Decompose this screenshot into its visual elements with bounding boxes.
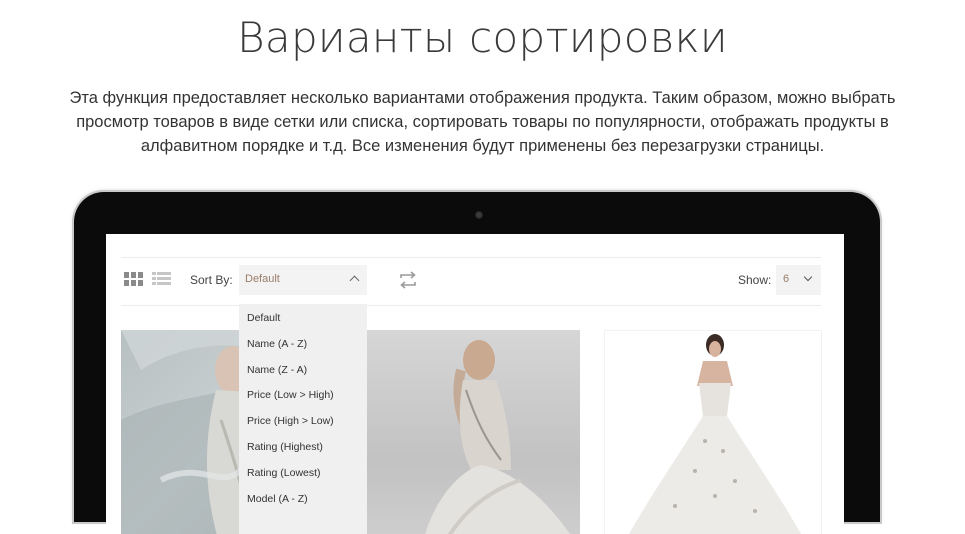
chevron-up-icon (349, 275, 360, 286)
sort-option[interactable]: Price (Low > High) (239, 382, 367, 408)
sort-option[interactable]: Rating (Highest) (239, 434, 367, 460)
product-image-ball-gown[interactable] (604, 330, 822, 534)
sort-option[interactable]: Model (A - Z) (239, 486, 367, 512)
repeat-icon[interactable] (398, 271, 418, 289)
page-heading: Варианты сортировки (237, 13, 728, 62)
show-count-value: 6 (783, 273, 790, 285)
laptop-mockup: Sort By: Default Show: 6 Default Name (A… (74, 192, 880, 534)
sort-toolbar: Sort By: Default Show: 6 (121, 257, 821, 306)
list-view-icon[interactable] (152, 272, 171, 286)
grid-view-icon[interactable] (124, 272, 143, 286)
sort-option[interactable]: Rating (Lowest) (239, 460, 367, 486)
product-image-bride-back[interactable] (361, 330, 580, 534)
laptop-screen: Sort By: Default Show: 6 Default Name (A… (106, 234, 844, 534)
sort-by-value: Default (245, 273, 280, 285)
camera-icon (475, 211, 483, 219)
sort-option[interactable]: Name (A - Z) (239, 331, 367, 357)
sort-option[interactable]: Price (High > Low) (239, 408, 367, 434)
bride-gown-back-photo (425, 340, 570, 534)
sort-option[interactable]: Default (239, 305, 367, 331)
feature-description: Эта функция предоставляет несколько вари… (69, 89, 896, 155)
show-count-select[interactable]: 6 (776, 265, 821, 295)
chevron-down-icon (803, 272, 813, 282)
sort-by-label: Sort By: (190, 273, 233, 287)
sort-by-select[interactable]: Default (239, 265, 367, 295)
ball-gown-photo (629, 334, 801, 534)
show-label: Show: (738, 273, 772, 287)
sort-option[interactable]: Name (Z - A) (239, 357, 367, 383)
